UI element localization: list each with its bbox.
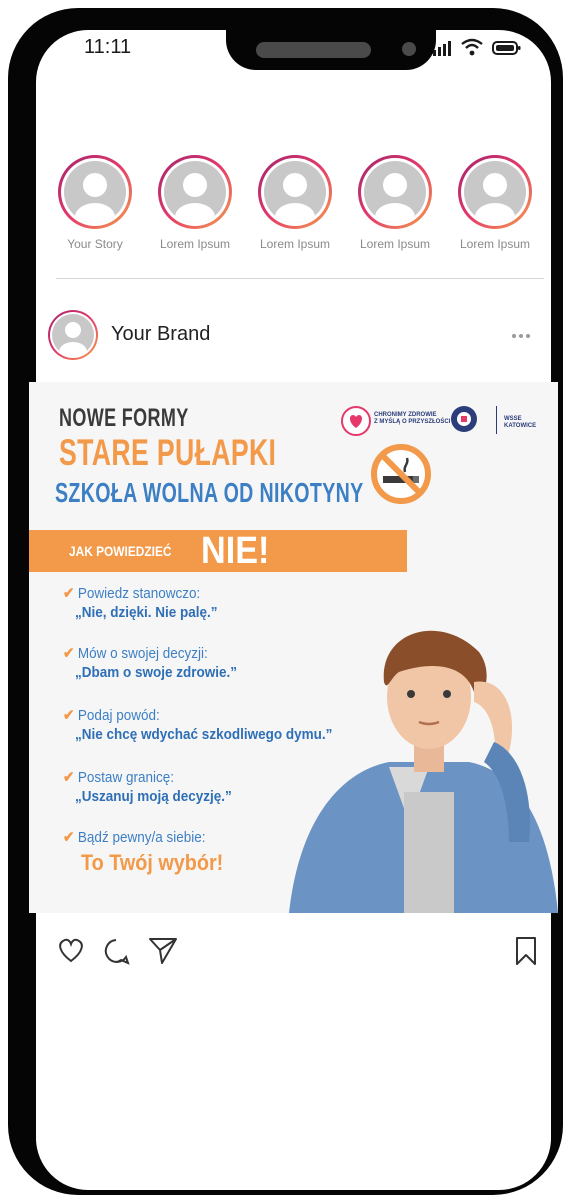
no-smoking-icon xyxy=(371,444,431,504)
story-label: Your Story xyxy=(67,237,123,251)
logo-text: CHRONIMY ZDROWIE Z MYŚLĄ O PRZYSZŁOŚCI xyxy=(374,412,451,425)
heart-logo-icon xyxy=(341,406,371,436)
tip-heading: Powiedz stanowczo: xyxy=(77,585,201,602)
tip-quote: „Uszanuj moją decyzję.” xyxy=(75,788,232,805)
check-icon: ✔ xyxy=(63,585,75,602)
banner-big-text: NIE! xyxy=(201,530,270,572)
wifi-icon xyxy=(461,38,483,56)
brand-name[interactable]: Your Brand xyxy=(111,323,210,346)
avatar xyxy=(52,314,94,356)
sanepid-logo-icon xyxy=(451,406,477,432)
tip-quote: „Dbam o swoje zdrowie.” xyxy=(75,664,238,681)
story-label: Lorem Ipsum xyxy=(259,237,331,251)
comment-icon[interactable] xyxy=(102,937,130,965)
avatar xyxy=(164,161,226,223)
camera-icon xyxy=(402,42,416,56)
logo-separator xyxy=(496,406,497,434)
teen-illustration xyxy=(289,630,558,913)
logo-org: WSSE KATOWICE xyxy=(504,416,537,429)
post-title-line2: STARE PUŁAPKI xyxy=(59,432,277,473)
story-your-story[interactable]: Your Story xyxy=(50,155,140,251)
post-title-line1: NOWE FORMY xyxy=(59,404,189,432)
logo-area: CHRONIMY ZDROWIE Z MYŚLĄ O PRZYSZŁOŚCI W… xyxy=(341,404,551,438)
more-options-icon[interactable] xyxy=(512,334,530,338)
bookmark-icon[interactable] xyxy=(514,936,538,966)
check-icon: ✔ xyxy=(63,769,75,786)
tip-item: ✔ Postaw granicę: „Uszanuj moją decyzję.” xyxy=(63,768,249,805)
share-icon[interactable] xyxy=(148,936,178,964)
tip-item: ✔ Mów o swojej decyzji: „Dbam o swoje zdr… xyxy=(63,644,255,681)
avatar xyxy=(364,161,426,223)
check-icon: ✔ xyxy=(63,829,75,846)
heart-icon[interactable] xyxy=(56,936,86,964)
post-actions xyxy=(56,936,544,976)
stories-row: Your Story Lorem Ipsum Lorem Ipsum Lorem… xyxy=(28,155,543,265)
tip-final-quote: To Twój wybór! xyxy=(81,850,224,875)
tip-item: ✔ Bądź pewny/a siebie: To Twój wybór! xyxy=(63,828,239,876)
story-item[interactable]: Lorem Ipsum xyxy=(150,155,240,251)
avatar xyxy=(64,161,126,223)
speaker-grille xyxy=(256,42,371,58)
tip-heading: Bądź pewny/a siebie: xyxy=(77,829,206,846)
story-item[interactable]: Lorem Ipsum xyxy=(450,155,540,251)
avatar xyxy=(464,161,526,223)
status-icons xyxy=(432,38,522,56)
story-label: Lorem Ipsum xyxy=(359,237,431,251)
notch xyxy=(226,30,436,70)
signal-icon xyxy=(433,41,451,56)
post-image: NOWE FORMY STARE PUŁAPKI SZKOŁA WOLNA OD… xyxy=(29,382,558,913)
status-time: 11:11 xyxy=(84,36,132,58)
battery-icon xyxy=(492,41,521,55)
story-item[interactable]: Lorem Ipsum xyxy=(250,155,340,251)
avatar xyxy=(264,161,326,223)
tip-heading: Postaw granicę: xyxy=(77,769,174,786)
banner: JAK POWIEDZIEĆ NIE! xyxy=(29,530,407,572)
check-icon: ✔ xyxy=(63,645,75,662)
tip-quote: „Nie, dzięki. Nie palę.” xyxy=(75,604,218,621)
check-icon: ✔ xyxy=(63,707,75,724)
story-label: Lorem Ipsum xyxy=(459,237,531,251)
divider xyxy=(56,278,544,279)
post-title-line3: SZKOŁA WOLNA OD NIKOTYNY xyxy=(55,477,364,508)
post-header: Your Brand xyxy=(48,310,543,362)
banner-small-text: JAK POWIEDZIEĆ xyxy=(69,543,172,559)
tip-heading: Podaj powód: xyxy=(77,707,160,724)
tip-item: ✔ Powiedz stanowczo: „Nie, dzięki. Nie pa… xyxy=(63,584,233,621)
brand-avatar[interactable] xyxy=(48,310,98,360)
tip-heading: Mów o swojej decyzji: xyxy=(77,645,208,662)
story-label: Lorem Ipsum xyxy=(159,237,231,251)
story-item[interactable]: Lorem Ipsum xyxy=(350,155,440,251)
